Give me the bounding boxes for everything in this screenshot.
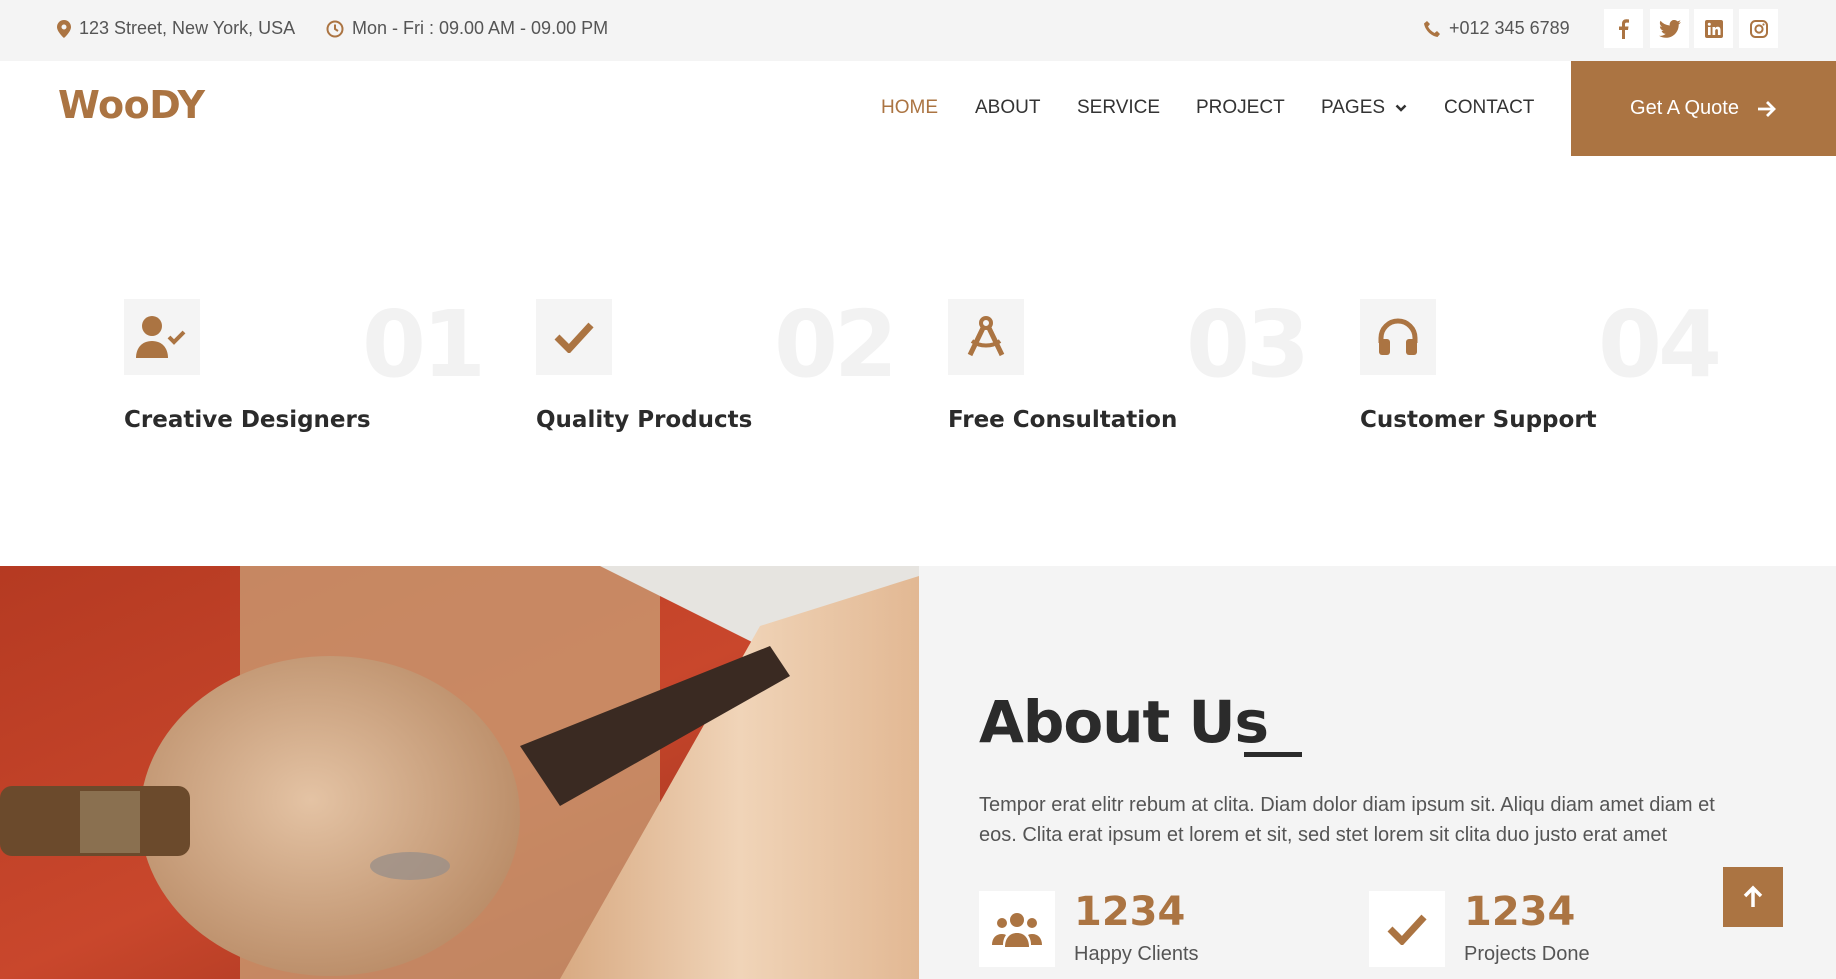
stat-value: 1234 xyxy=(1464,889,1576,935)
feature-item-free-consultation: 03 Free Consultation xyxy=(948,291,1368,459)
nav-service[interactable]: SERVICE xyxy=(1077,97,1160,119)
arrow-up-icon xyxy=(1743,885,1763,907)
users-icon xyxy=(992,913,1042,947)
check-icon xyxy=(554,322,594,353)
phone-icon xyxy=(1424,20,1440,37)
about-title: About Us xyxy=(979,688,1269,756)
twitter-link[interactable] xyxy=(1650,9,1689,48)
linkedin-link[interactable] xyxy=(1694,9,1733,48)
hours-info: Mon - Fri : 09.00 AM - 09.00 PM xyxy=(326,18,608,39)
get-quote-button[interactable]: Get A Quote xyxy=(1571,61,1836,156)
main-navbar: WooDY HOME ABOUT SERVICE PROJECT PAGES C… xyxy=(0,61,1836,156)
feature-number: 04 xyxy=(1598,291,1722,398)
top-info-bar: 123 Street, New York, USA Mon - Fri : 09… xyxy=(0,0,1836,61)
title-underline xyxy=(1244,752,1302,757)
feature-number: 01 xyxy=(362,291,486,398)
stat-happy-clients: 1234 Happy Clients xyxy=(979,889,1279,971)
drafting-compass-icon xyxy=(967,316,1005,357)
address-text: 123 Street, New York, USA xyxy=(79,18,296,38)
feature-icon-box xyxy=(124,299,200,375)
stat-label: Projects Done xyxy=(1464,943,1590,965)
nav-pages-dropdown[interactable]: PAGES xyxy=(1321,97,1407,119)
address-info: 123 Street, New York, USA xyxy=(57,18,295,39)
user-check-icon xyxy=(136,316,186,358)
stat-icon-box xyxy=(1369,891,1445,967)
feature-icon-box xyxy=(536,299,612,375)
twitter-icon xyxy=(1658,19,1681,38)
facebook-link[interactable] xyxy=(1604,9,1643,48)
facebook-icon xyxy=(1619,18,1629,39)
stat-icon-box xyxy=(979,891,1055,967)
feature-item-customer-support: 04 Customer Support xyxy=(1360,291,1780,459)
feature-icon-box xyxy=(1360,299,1436,375)
stat-value: 1234 xyxy=(1074,889,1186,935)
feature-title: Free Consultation xyxy=(948,407,1178,433)
phone-text: +012 345 6789 xyxy=(1449,18,1570,38)
feature-number: 02 xyxy=(774,291,898,398)
stat-label: Happy Clients xyxy=(1074,943,1199,965)
feature-icon-box xyxy=(948,299,1024,375)
feature-item-quality-products: 02 Quality Products xyxy=(536,291,956,459)
nav-about[interactable]: ABOUT xyxy=(975,97,1040,119)
nav-pages-label: PAGES xyxy=(1321,97,1386,118)
check-icon xyxy=(1387,914,1427,945)
feature-item-creative-designers: 01 Creative Designers xyxy=(124,291,544,459)
stat-projects-done: 1234 Projects Done xyxy=(1369,889,1669,971)
get-quote-label: Get A Quote xyxy=(1630,97,1739,119)
nav-contact[interactable]: CONTACT xyxy=(1444,97,1534,119)
linkedin-icon xyxy=(1704,19,1723,38)
about-section: About Us Tempor erat elitr rebum at clit… xyxy=(919,566,1836,979)
feature-number: 03 xyxy=(1186,291,1310,398)
chevron-down-icon xyxy=(1395,104,1407,112)
instagram-icon xyxy=(1749,19,1768,38)
headphones-icon xyxy=(1378,318,1418,355)
about-text: Tempor erat elitr rebum at clita. Diam d… xyxy=(979,794,1715,846)
site-logo[interactable]: WooDY xyxy=(58,83,205,127)
nav-home[interactable]: HOME xyxy=(881,97,938,119)
location-pin-icon xyxy=(57,19,71,38)
back-to-top-button[interactable] xyxy=(1723,867,1783,927)
arrow-right-icon xyxy=(1757,100,1776,117)
nav-project[interactable]: PROJECT xyxy=(1196,97,1285,119)
feature-title: Quality Products xyxy=(536,407,753,433)
feature-title: Customer Support xyxy=(1360,407,1597,433)
phone-info[interactable]: +012 345 6789 xyxy=(1423,18,1570,39)
instagram-link[interactable] xyxy=(1739,9,1778,48)
woodworking-photo xyxy=(0,566,919,979)
feature-title: Creative Designers xyxy=(124,407,371,433)
hours-text: Mon - Fri : 09.00 AM - 09.00 PM xyxy=(352,18,609,38)
clock-icon xyxy=(326,20,344,37)
